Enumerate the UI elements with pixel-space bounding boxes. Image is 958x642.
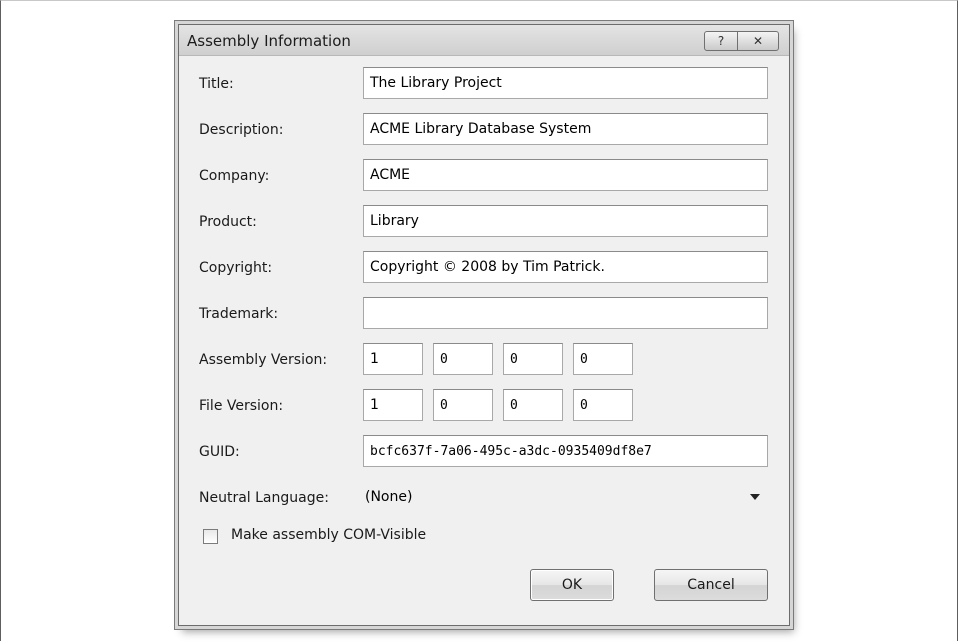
cancel-button[interactable]: Cancel [654,569,768,601]
neutral-language-value: (None) [365,489,413,505]
ok-button[interactable]: OK [530,569,614,601]
title-row: Title: The Library Project [179,67,789,101]
file-version-major-input[interactable]: 1 [363,389,423,421]
product-input[interactable]: Library [363,205,768,237]
help-button[interactable]: ? [704,31,738,51]
description-row: Description: ACME Library Database Syste… [179,113,789,147]
trademark-input[interactable] [363,297,768,329]
assembly-version-row: Assembly Version: 1 0 0 0 [179,343,789,377]
chevron-down-icon [750,494,760,500]
file-version-row: File Version: 1 0 0 0 [179,389,789,423]
assembly-version-major-input[interactable]: 1 [363,343,423,375]
close-button[interactable]: ✕ [737,31,779,51]
neutral-language-row: Neutral Language: (None) [179,481,789,515]
assembly-version-revision-input[interactable]: 0 [573,343,633,375]
guid-input[interactable]: bcfc637f-7a06-495c-a3dc-0935409df8e7 [363,435,768,467]
guid-row: GUID: bcfc637f-7a06-495c-a3dc-0935409df8… [179,435,789,469]
copyright-input[interactable]: Copyright © 2008 by Tim Patrick. [363,251,768,283]
guid-label: GUID: [199,444,240,460]
company-row: Company: ACME [179,159,789,193]
title-label: Title: [199,76,234,92]
product-row: Product: Library [179,205,789,239]
dialog-title: Assembly Information [187,32,351,50]
com-visible-label[interactable]: Make assembly COM-Visible [231,527,426,543]
company-input[interactable]: ACME [363,159,768,191]
company-label: Company: [199,168,270,184]
copyright-label: Copyright: [199,260,273,276]
description-input[interactable]: ACME Library Database System [363,113,768,145]
assembly-version-build-input[interactable]: 0 [503,343,563,375]
neutral-language-select[interactable]: (None) [363,481,768,511]
trademark-row: Trademark: [179,297,789,331]
copyright-row: Copyright: Copyright © 2008 by Tim Patri… [179,251,789,285]
description-label: Description: [199,122,284,138]
trademark-label: Trademark: [199,306,279,322]
product-label: Product: [199,214,257,230]
assembly-version-minor-input[interactable]: 0 [433,343,493,375]
dialog-titlebar: Assembly Information ? ✕ [179,25,789,56]
assembly-version-label: Assembly Version: [199,352,328,368]
assembly-information-dialog: Assembly Information ? ✕ Title: The Libr… [178,24,790,626]
com-visible-checkbox[interactable] [203,529,218,544]
title-input[interactable]: The Library Project [363,67,768,99]
close-icon: ✕ [752,34,764,48]
file-version-minor-input[interactable]: 0 [433,389,493,421]
file-version-revision-input[interactable]: 0 [573,389,633,421]
neutral-language-label: Neutral Language: [199,490,329,506]
file-version-build-input[interactable]: 0 [503,389,563,421]
file-version-label: File Version: [199,398,284,414]
help-icon: ? [717,34,725,48]
